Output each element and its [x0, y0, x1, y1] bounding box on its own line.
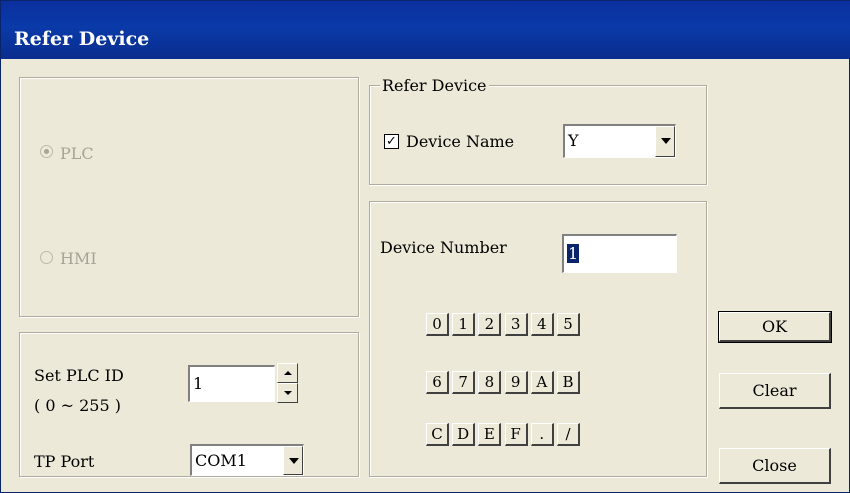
keypad-key-9[interactable]: 9: [504, 371, 528, 394]
device-name-label: Device Name: [406, 132, 515, 151]
device-number-value: 1: [567, 244, 580, 263]
keypad-key-6[interactable]: 6: [426, 371, 449, 394]
device-number-label: Device Number: [380, 238, 507, 257]
plc-radio[interactable]: [40, 145, 53, 158]
plc-id-range: ( 0 ~ 255 ): [34, 396, 121, 415]
keypad-key-1[interactable]: 1: [452, 313, 476, 336]
device-name-value: Y: [568, 131, 579, 150]
close-button[interactable]: Close: [719, 448, 831, 484]
keypad-key-A[interactable]: A: [530, 371, 554, 394]
ok-button[interactable]: OK: [718, 311, 832, 343]
keypad-key-8[interactable]: 8: [478, 371, 502, 394]
window-title: Refer Device: [14, 28, 150, 50]
device-name-select[interactable]: Y: [563, 124, 676, 158]
plc-settings-group: Set PLC ID ( 0 ~ 255 ) 1 TP Port COM1: [19, 332, 359, 477]
keypad-key-slash[interactable]: /: [557, 423, 580, 446]
target-group: PLC HMI: [19, 77, 359, 317]
keypad-key-2[interactable]: 2: [478, 313, 502, 336]
spin-down-icon[interactable]: [277, 383, 298, 403]
keypad-key-5[interactable]: 5: [557, 313, 580, 336]
hmi-radio[interactable]: [40, 251, 53, 264]
keypad-key-dot[interactable]: .: [530, 423, 554, 446]
plc-id-value: 1: [193, 374, 204, 393]
clear-button[interactable]: Clear: [719, 373, 831, 409]
keypad-key-D[interactable]: D: [452, 423, 476, 446]
tp-port-label: TP Port: [34, 452, 95, 471]
refer-device-dialog: Refer Device PLC HMI Set PLC ID ( 0 ~ 25…: [0, 0, 850, 493]
device-number-group: Device Number 1 0 1 2 3 4 5 6 7 8 9 A B C D E F. /: [369, 201, 707, 477]
refer-device-group-title: Refer Device: [380, 76, 489, 95]
keypad-key-3[interactable]: 3: [504, 313, 528, 336]
plc-id-input[interactable]: 1: [188, 365, 275, 402]
keypad-key-4[interactable]: 4: [530, 313, 554, 336]
keypad-key-F[interactable]: F: [504, 423, 528, 446]
tp-port-value: COM1: [195, 451, 247, 470]
tp-port-select[interactable]: COM1: [190, 444, 304, 476]
hmi-label: HMI: [60, 249, 97, 268]
keypad-key-7[interactable]: 7: [452, 371, 476, 394]
keypad-key-C[interactable]: C: [426, 423, 449, 446]
device-name-checkbox[interactable]: ✓: [384, 134, 399, 149]
keypad-key-E[interactable]: E: [478, 423, 502, 446]
plc-id-spinner[interactable]: [277, 363, 298, 403]
plc-label: PLC: [60, 144, 94, 163]
spin-up-icon[interactable]: [277, 363, 298, 383]
refer-device-group: Refer Device ✓ Device Name Y: [369, 76, 707, 185]
device-number-input[interactable]: 1: [562, 234, 677, 273]
chevron-down-icon[interactable]: [655, 126, 675, 157]
plc-id-label: Set PLC ID: [34, 366, 124, 385]
keypad-key-B[interactable]: B: [557, 371, 580, 394]
keypad-key-0[interactable]: 0: [426, 313, 449, 336]
chevron-down-icon[interactable]: [283, 446, 303, 475]
title-bar[interactable]: Refer Device: [1, 1, 850, 59]
